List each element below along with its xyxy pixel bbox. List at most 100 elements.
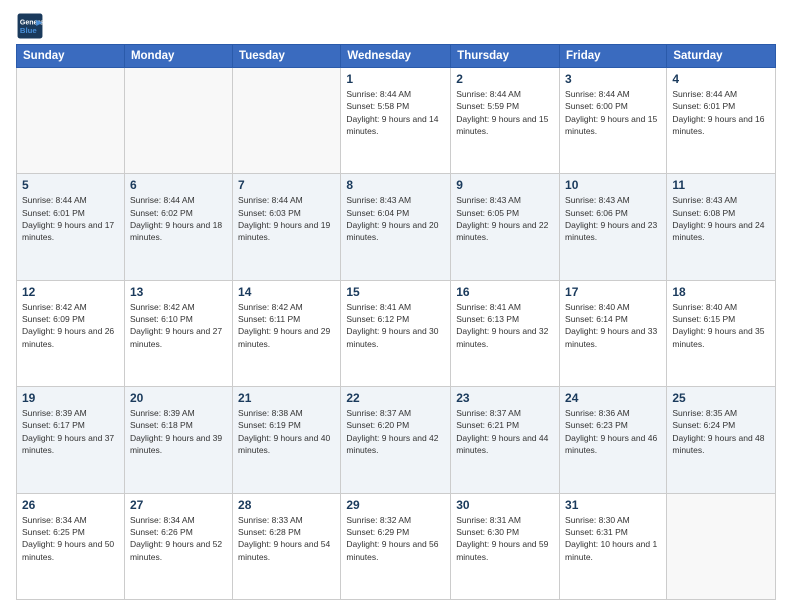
- calendar-cell: 13 Sunrise: 8:42 AM Sunset: 6:10 PM Dayli…: [124, 280, 232, 386]
- day-number: 13: [130, 285, 227, 299]
- cell-info: Sunrise: 8:44 AM Sunset: 6:03 PM Dayligh…: [238, 194, 335, 243]
- calendar-cell: 12 Sunrise: 8:42 AM Sunset: 6:09 PM Dayli…: [17, 280, 125, 386]
- calendar-cell: 1 Sunrise: 8:44 AM Sunset: 5:58 PM Daylig…: [341, 68, 451, 174]
- calendar-cell: 21Sunrise: 8:38 AM Sunset: 6:19 PM Dayli…: [233, 387, 341, 493]
- calendar-cell: 18 Sunrise: 8:40 AM Sunset: 6:15 PM Dayli…: [667, 280, 776, 386]
- calendar-cell: 24 Sunrise: 8:36 AM Sunset: 6:23 PM Dayli…: [560, 387, 667, 493]
- page: General Blue SundayMondayTuesdayWednesda…: [0, 0, 792, 612]
- day-number: 18: [672, 285, 770, 299]
- week-row-1: 1 Sunrise: 8:44 AM Sunset: 5:58 PM Daylig…: [17, 68, 776, 174]
- weekday-header-thursday: Thursday: [451, 45, 560, 68]
- cell-info: Sunrise: 8:37 AM Sunset: 6:20 PM Dayligh…: [346, 407, 445, 456]
- cell-info: Sunrise: 8:44 AM Sunset: 6:01 PM Dayligh…: [22, 194, 119, 243]
- day-number: 29: [346, 498, 445, 512]
- day-number: 11: [672, 178, 770, 192]
- day-number: 26: [22, 498, 119, 512]
- day-number: 31: [565, 498, 661, 512]
- weekday-header-monday: Monday: [124, 45, 232, 68]
- cell-info: Sunrise: 8:33 AM Sunset: 6:28 PM Dayligh…: [238, 514, 335, 563]
- cell-info: Sunrise: 8:39 AM Sunset: 6:18 PM Dayligh…: [130, 407, 227, 456]
- day-number: 30: [456, 498, 554, 512]
- cell-info: Sunrise: 8:35 AM Sunset: 6:24 PM Dayligh…: [672, 407, 770, 456]
- day-number: 23: [456, 391, 554, 405]
- calendar-cell: 30 Sunrise: 8:31 AM Sunset: 6:30 PM Dayli…: [451, 493, 560, 599]
- logo: General Blue: [16, 12, 48, 40]
- cell-info: Sunrise: 8:37 AM Sunset: 6:21 PM Dayligh…: [456, 407, 554, 456]
- calendar-cell: 6 Sunrise: 8:44 AM Sunset: 6:02 PM Daylig…: [124, 174, 232, 280]
- day-number: 4: [672, 72, 770, 86]
- day-number: 24: [565, 391, 661, 405]
- weekday-header-tuesday: Tuesday: [233, 45, 341, 68]
- calendar-cell: 7 Sunrise: 8:44 AM Sunset: 6:03 PM Daylig…: [233, 174, 341, 280]
- calendar: SundayMondayTuesdayWednesdayThursdayFrid…: [16, 44, 776, 600]
- day-number: 7: [238, 178, 335, 192]
- calendar-cell: 10 Sunrise: 8:43 AM Sunset: 6:06 PM Dayli…: [560, 174, 667, 280]
- calendar-cell: 23 Sunrise: 8:37 AM Sunset: 6:21 PM Dayli…: [451, 387, 560, 493]
- calendar-cell: 9Sunrise: 8:43 AM Sunset: 6:05 PM Daylig…: [451, 174, 560, 280]
- cell-info: Sunrise: 8:38 AM Sunset: 6:19 PM Dayligh…: [238, 407, 335, 456]
- day-number: 25: [672, 391, 770, 405]
- calendar-cell: [667, 493, 776, 599]
- weekday-header-saturday: Saturday: [667, 45, 776, 68]
- cell-info: Sunrise: 8:44 AM Sunset: 5:59 PM Dayligh…: [456, 88, 554, 137]
- day-number: 12: [22, 285, 119, 299]
- calendar-cell: 2 Sunrise: 8:44 AM Sunset: 5:59 PM Daylig…: [451, 68, 560, 174]
- logo-icon: General Blue: [16, 12, 44, 40]
- calendar-cell: 11 Sunrise: 8:43 AM Sunset: 6:08 PM Dayli…: [667, 174, 776, 280]
- week-row-4: 19Sunrise: 8:39 AM Sunset: 6:17 PM Dayli…: [17, 387, 776, 493]
- calendar-cell: 20 Sunrise: 8:39 AM Sunset: 6:18 PM Dayli…: [124, 387, 232, 493]
- calendar-cell: 4Sunrise: 8:44 AM Sunset: 6:01 PM Daylig…: [667, 68, 776, 174]
- calendar-cell: 25 Sunrise: 8:35 AM Sunset: 6:24 PM Dayli…: [667, 387, 776, 493]
- cell-info: Sunrise: 8:42 AM Sunset: 6:09 PM Dayligh…: [22, 301, 119, 350]
- cell-info: Sunrise: 8:44 AM Sunset: 6:02 PM Dayligh…: [130, 194, 227, 243]
- cell-info: Sunrise: 8:34 AM Sunset: 6:25 PM Dayligh…: [22, 514, 119, 563]
- calendar-cell: 17 Sunrise: 8:40 AM Sunset: 6:14 PM Dayli…: [560, 280, 667, 386]
- svg-text:Blue: Blue: [20, 26, 38, 35]
- day-number: 2: [456, 72, 554, 86]
- header: General Blue: [16, 12, 776, 40]
- day-number: 22: [346, 391, 445, 405]
- week-row-2: 5 Sunrise: 8:44 AM Sunset: 6:01 PM Daylig…: [17, 174, 776, 280]
- cell-info: Sunrise: 8:34 AM Sunset: 6:26 PM Dayligh…: [130, 514, 227, 563]
- day-number: 10: [565, 178, 661, 192]
- cell-info: Sunrise: 8:43 AM Sunset: 6:08 PM Dayligh…: [672, 194, 770, 243]
- calendar-cell: 19Sunrise: 8:39 AM Sunset: 6:17 PM Dayli…: [17, 387, 125, 493]
- calendar-cell: 31 Sunrise: 8:30 AM Sunset: 6:31 PM Dayli…: [560, 493, 667, 599]
- cell-info: Sunrise: 8:36 AM Sunset: 6:23 PM Dayligh…: [565, 407, 661, 456]
- cell-info: Sunrise: 8:40 AM Sunset: 6:14 PM Dayligh…: [565, 301, 661, 350]
- cell-info: Sunrise: 8:42 AM Sunset: 6:10 PM Dayligh…: [130, 301, 227, 350]
- cell-info: Sunrise: 8:43 AM Sunset: 6:06 PM Dayligh…: [565, 194, 661, 243]
- day-number: 1: [346, 72, 445, 86]
- calendar-cell: 14Sunrise: 8:42 AM Sunset: 6:11 PM Dayli…: [233, 280, 341, 386]
- cell-info: Sunrise: 8:31 AM Sunset: 6:30 PM Dayligh…: [456, 514, 554, 563]
- day-number: 6: [130, 178, 227, 192]
- weekday-header-sunday: Sunday: [17, 45, 125, 68]
- day-number: 16: [456, 285, 554, 299]
- cell-info: Sunrise: 8:30 AM Sunset: 6:31 PM Dayligh…: [565, 514, 661, 563]
- calendar-cell: 3Sunrise: 8:44 AM Sunset: 6:00 PM Daylig…: [560, 68, 667, 174]
- weekday-header-wednesday: Wednesday: [341, 45, 451, 68]
- day-number: 20: [130, 391, 227, 405]
- day-number: 8: [346, 178, 445, 192]
- calendar-cell: [233, 68, 341, 174]
- calendar-cell: 16Sunrise: 8:41 AM Sunset: 6:13 PM Dayli…: [451, 280, 560, 386]
- day-number: 19: [22, 391, 119, 405]
- day-number: 27: [130, 498, 227, 512]
- calendar-table: SundayMondayTuesdayWednesdayThursdayFrid…: [16, 44, 776, 600]
- cell-info: Sunrise: 8:41 AM Sunset: 6:12 PM Dayligh…: [346, 301, 445, 350]
- day-number: 15: [346, 285, 445, 299]
- cell-info: Sunrise: 8:44 AM Sunset: 5:58 PM Dayligh…: [346, 88, 445, 137]
- weekday-header-row: SundayMondayTuesdayWednesdayThursdayFrid…: [17, 45, 776, 68]
- calendar-cell: 15 Sunrise: 8:41 AM Sunset: 6:12 PM Dayli…: [341, 280, 451, 386]
- calendar-cell: 8Sunrise: 8:43 AM Sunset: 6:04 PM Daylig…: [341, 174, 451, 280]
- calendar-cell: 26 Sunrise: 8:34 AM Sunset: 6:25 PM Dayli…: [17, 493, 125, 599]
- week-row-5: 26 Sunrise: 8:34 AM Sunset: 6:25 PM Dayli…: [17, 493, 776, 599]
- calendar-cell: [17, 68, 125, 174]
- cell-info: Sunrise: 8:40 AM Sunset: 6:15 PM Dayligh…: [672, 301, 770, 350]
- calendar-cell: 29Sunrise: 8:32 AM Sunset: 6:29 PM Dayli…: [341, 493, 451, 599]
- calendar-cell: 27 Sunrise: 8:34 AM Sunset: 6:26 PM Dayli…: [124, 493, 232, 599]
- day-number: 5: [22, 178, 119, 192]
- day-number: 3: [565, 72, 661, 86]
- weekday-header-friday: Friday: [560, 45, 667, 68]
- day-number: 17: [565, 285, 661, 299]
